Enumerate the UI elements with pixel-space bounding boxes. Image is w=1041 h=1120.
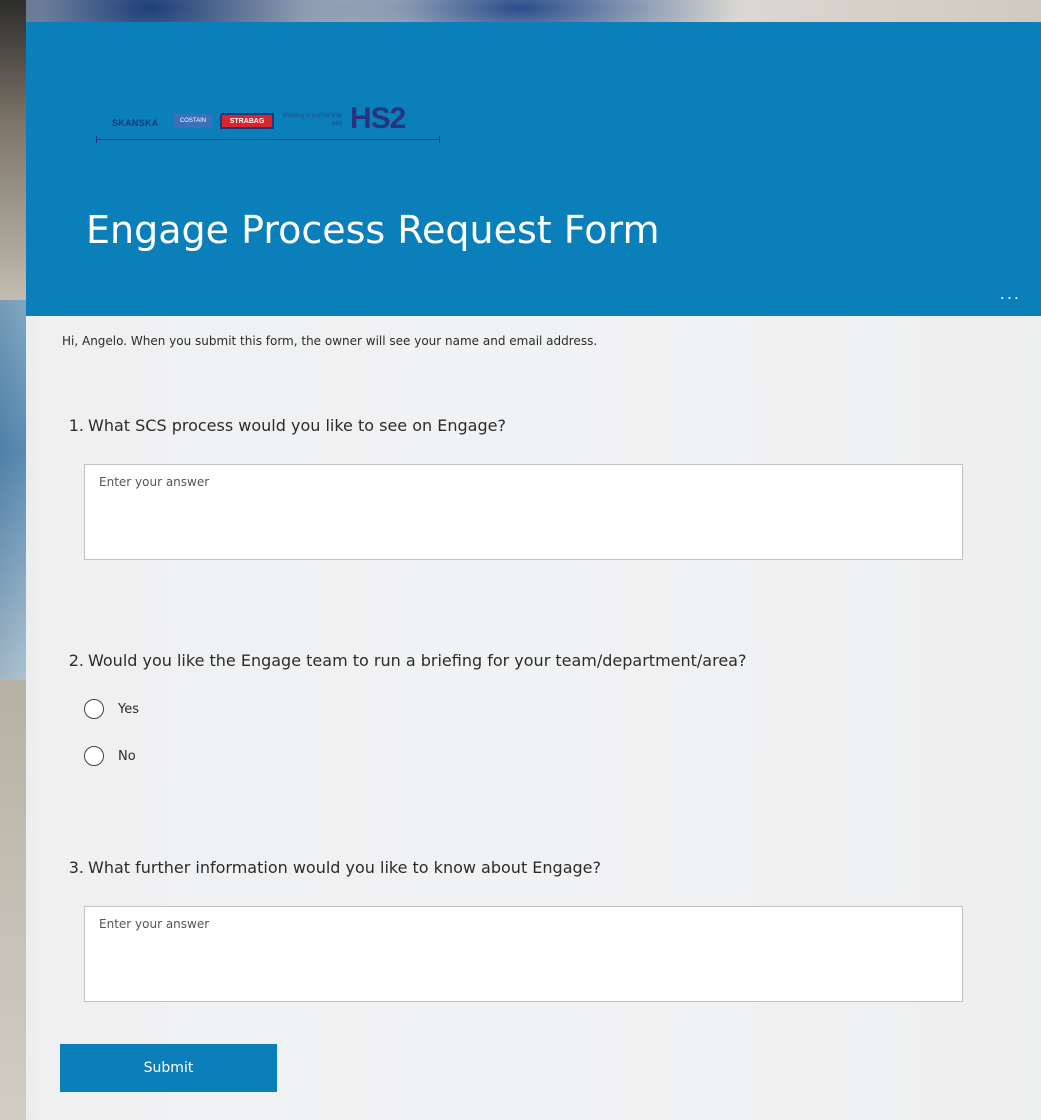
radio-option-no[interactable]: No bbox=[84, 746, 136, 766]
question-1-text: What SCS process would you like to see o… bbox=[88, 416, 506, 435]
radio-yes-label: Yes bbox=[118, 701, 139, 717]
question-3-number: 3. bbox=[68, 858, 84, 877]
privacy-notice: Hi, Angelo. When you submit this form, t… bbox=[62, 334, 598, 348]
question-1-answer-input[interactable] bbox=[84, 464, 963, 560]
question-2-text: Would you like the Engage team to run a … bbox=[88, 651, 747, 670]
question-3-text: What further information would you like … bbox=[88, 858, 601, 877]
logo-strabag: STRABAG bbox=[220, 113, 274, 129]
radio-option-yes[interactable]: Yes bbox=[84, 699, 139, 719]
question-3: 3. What further information would you lik… bbox=[62, 858, 601, 877]
form-header: SKANSKA COSTAIN STRABAG Working in partn… bbox=[26, 22, 1041, 316]
logo-costain: COSTAIN bbox=[174, 114, 212, 128]
logo-skanska: SKANSKA bbox=[112, 118, 159, 128]
radio-no-circle[interactable] bbox=[84, 746, 104, 766]
background-edge-middle bbox=[0, 300, 26, 680]
logo-partnership-text: Working in partnership with bbox=[282, 113, 342, 127]
question-2-number: 2. bbox=[68, 651, 84, 670]
more-options-button[interactable]: ... bbox=[1000, 284, 1021, 303]
radio-no-label: No bbox=[118, 748, 136, 764]
submit-button[interactable]: Submit bbox=[60, 1044, 277, 1092]
partner-logo: SKANSKA COSTAIN STRABAG Working in partn… bbox=[96, 102, 440, 146]
question-3-answer-input[interactable] bbox=[84, 906, 963, 1002]
form-title: Engage Process Request Form bbox=[86, 208, 660, 252]
radio-yes-circle[interactable] bbox=[84, 699, 104, 719]
logo-underline bbox=[96, 136, 440, 143]
background-edge-bottom bbox=[0, 680, 26, 1120]
question-1: 1. What SCS process would you like to see… bbox=[62, 416, 506, 435]
logo-hs2: HS2 bbox=[350, 102, 406, 135]
question-1-number: 1. bbox=[68, 416, 84, 435]
background-edge-top bbox=[0, 0, 26, 300]
question-2: 2. Would you like the Engage team to run … bbox=[62, 651, 747, 670]
